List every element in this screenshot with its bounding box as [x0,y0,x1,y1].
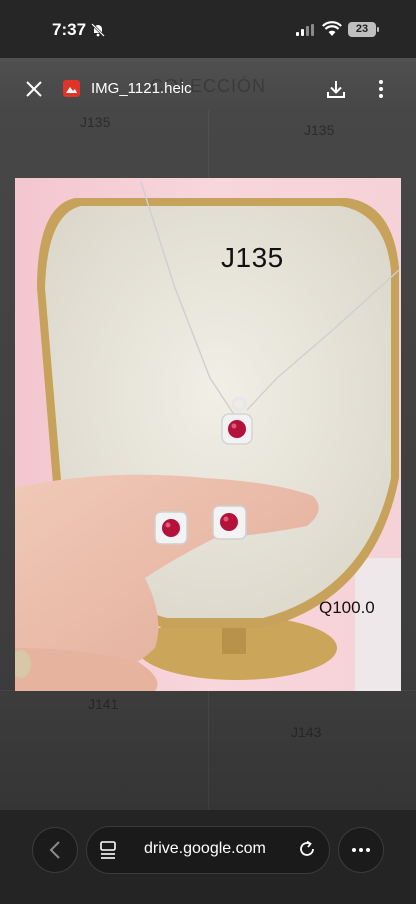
download-button[interactable] [319,72,353,106]
wifi-icon [322,21,342,36]
close-icon [26,81,42,97]
download-icon [327,81,345,98]
cell-signal-icon [296,24,316,36]
url-text[interactable]: drive.google.com [144,840,266,858]
browser-menu-button[interactable] [338,827,384,873]
more-options-button[interactable] [364,72,398,106]
file-title: IMG_1121.heic [91,80,192,97]
status-bar: 7:37 23 [0,0,416,58]
tabs-icon[interactable] [100,841,116,859]
bg-code-label: J135 [80,114,111,130]
product-code-label: J135 [221,242,284,273]
bg-code-label: J141 [88,696,119,712]
image-file-icon [63,80,80,97]
reload-icon[interactable] [298,840,316,858]
more-vertical-icon [379,80,383,98]
chevron-left-icon [49,841,60,859]
battery-indicator: 23 [348,22,379,37]
bg-code-label: J135 [304,122,335,138]
bg-code-label: J143 [291,724,322,740]
more-horizontal-icon [352,848,370,852]
close-button[interactable] [17,72,51,106]
product-price-label: Q100.0 [319,598,375,617]
back-button[interactable] [32,827,78,873]
bell-off-icon [91,23,105,37]
status-time: 7:37 [52,20,87,39]
